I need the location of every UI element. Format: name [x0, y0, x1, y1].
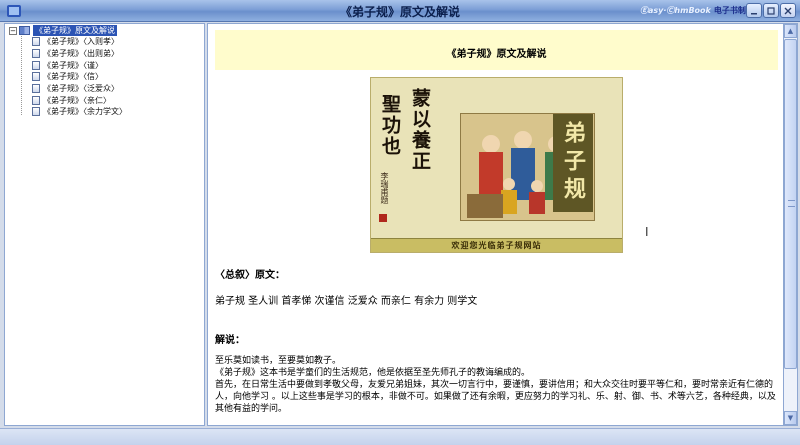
explain-heading: 解说： — [215, 335, 245, 346]
banner-calligraphy-main: 蒙以養正 — [409, 88, 431, 172]
book-icon — [19, 26, 30, 35]
tree-item-yulixuewen[interactable]: 《弟子规》〈余力学文〉 — [32, 106, 127, 117]
close-icon — [784, 7, 792, 14]
tree-item-xin[interactable]: 《弟子规》〈信〉 — [32, 71, 103, 82]
tree-item-label: 《弟子规》〈余力学文〉 — [43, 107, 127, 116]
vertical-scrollbar[interactable]: ▲ ▼ — [783, 23, 798, 426]
tree-item-label: 《弟子规》〈谨〉 — [43, 61, 103, 70]
tree-item-label: 《弟子规》〈入则孝〉 — [43, 37, 119, 46]
collapse-toggle-icon[interactable]: − — [9, 26, 17, 35]
tree-guide-line — [21, 33, 22, 115]
tree-item-label: 《弟子规》〈亲仁〉 — [43, 96, 111, 105]
seal-stamp-icon — [379, 214, 387, 222]
maximize-icon — [767, 6, 775, 15]
document-icon — [32, 72, 40, 81]
scroll-thumb[interactable] — [784, 39, 797, 369]
banner-vertical-title: 弟子规 — [553, 114, 593, 212]
tree-item-qinren[interactable]: 《弟子规》〈亲仁〉 — [32, 95, 111, 106]
tree-item-label: 《弟子规》〈泛爱众〉 — [43, 84, 119, 93]
brand-label: Ⓔasy·ⒸhmBook 电子书制作 — [640, 5, 754, 16]
content-header: 《弟子规》原文及解说 — [215, 30, 778, 70]
document-icon — [32, 107, 40, 116]
status-bar — [0, 428, 800, 445]
document-icon — [32, 49, 40, 58]
banner-footer: 欢迎您光临弟子规网站 — [371, 238, 622, 252]
minimize-icon — [751, 12, 757, 14]
summary-text: 弟子规 圣人训 首孝悌 次谨信 泛爱众 而亲仁 有余力 则学文 — [215, 296, 478, 307]
tree-item-fanaizhong[interactable]: 《弟子规》〈泛爱众〉 — [32, 83, 119, 94]
tree-item-chuzedi[interactable]: 《弟子规》〈出则弟〉 — [32, 48, 119, 59]
banner-image: 蒙以養正 聖功也 李瑞甫题 弟子规 欢迎您光临弟子规网站 — [370, 77, 623, 253]
banner-signature: 李瑞甫题 — [380, 172, 389, 204]
scroll-grip-icon — [788, 200, 795, 207]
title-bar[interactable]: 《弟子规》原文及解说 Ⓔasy·ⒸhmBook 电子书制作 — [0, 0, 800, 22]
tree-root-label: 《弟子规》原文及解说 — [33, 25, 117, 36]
page-title: 《弟子规》原文及解说 — [446, 49, 547, 60]
paragraph-1: 至乐莫如读书，至要莫如教子。 — [215, 356, 342, 366]
brand-en: Ⓔasy·ⒸhmBook — [640, 6, 711, 15]
document-icon — [32, 96, 40, 105]
document-icon — [32, 61, 40, 70]
content-pane[interactable]: 《弟子规》原文及解说 蒙以養正 聖功也 李瑞甫题 弟子规 欢迎您光临弟子规网站 … — [207, 23, 784, 426]
banner-brand-text: 弟子规 — [560, 121, 586, 205]
paragraph-3: 首先，在日常生活中要做到孝敬父母，友爱兄弟姐妹，其次一切言行中，要谨慎，要讲信用… — [215, 380, 776, 414]
close-button[interactable] — [780, 3, 796, 18]
minimize-button[interactable] — [746, 3, 762, 18]
summary-heading: 〈总叙〉原文： — [215, 270, 285, 281]
app-window: 《弟子规》原文及解说 Ⓔasy·ⒸhmBook 电子书制作 − 《弟子规》原文及解… — [0, 0, 800, 445]
tree-item-label: 《弟子规》〈出则弟〉 — [43, 49, 119, 58]
scroll-down-button[interactable]: ▼ — [784, 411, 797, 425]
maximize-button[interactable] — [763, 3, 779, 18]
tree-root-item[interactable]: − 《弟子规》原文及解说 — [9, 25, 117, 36]
tree-item-jin[interactable]: 《弟子规》〈谨〉 — [32, 60, 103, 71]
scroll-up-button[interactable]: ▲ — [784, 24, 797, 38]
banner-calligraphy-sub: 聖功也 — [379, 94, 401, 157]
document-icon — [32, 84, 40, 93]
tree-item-ruzexiao[interactable]: 《弟子规》〈入则孝〉 — [32, 36, 119, 47]
paragraph-2: 《弟子规》这本书是学童们的生活规范，他是依据至圣先师孔子的教诲编成的。 — [215, 368, 531, 378]
navigation-tree[interactable]: − 《弟子规》原文及解说 《弟子规》〈入则孝〉 《弟子规》〈出则弟〉 《弟子规》… — [4, 23, 205, 426]
document-icon — [32, 37, 40, 46]
text-cursor-icon: I — [645, 225, 649, 239]
tree-item-label: 《弟子规》〈信〉 — [43, 72, 103, 81]
